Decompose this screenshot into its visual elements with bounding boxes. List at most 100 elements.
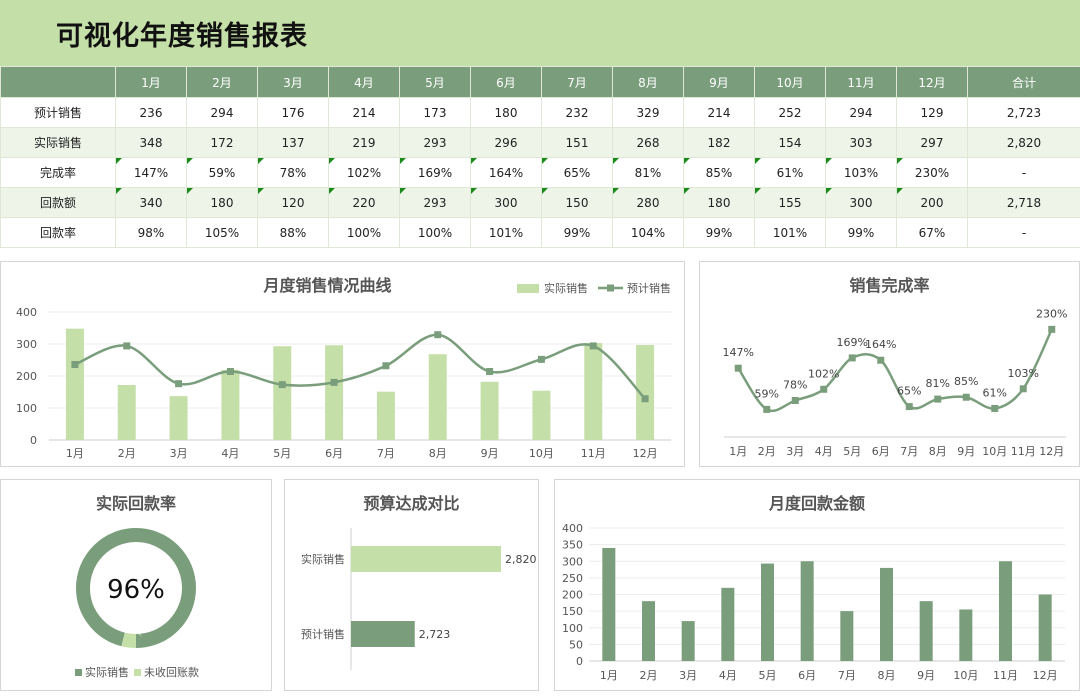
table-cell: 268	[612, 127, 684, 158]
table-row: 实际销售 348 172 137 219 293 296 151 268 182 154 303 297…	[0, 127, 1080, 158]
table-cell: 348	[115, 127, 187, 158]
center-percentage-label: 96%	[107, 575, 165, 605]
table-cell: 236	[115, 97, 187, 128]
x-tick-label: 5月	[759, 669, 777, 682]
monthly-sales-chart-panel: 月度销售情况曲线 0 100 200 300 400 1月 2月 3月 4月 5月 6月 7月 8月 9月…	[0, 261, 685, 467]
table-cell: 155	[754, 187, 826, 218]
table-cell: 105%	[186, 217, 258, 248]
table-cell: 129	[896, 97, 968, 128]
column-header: 6月	[470, 66, 542, 98]
bar-actual-sales	[480, 381, 499, 440]
x-tick-label: 2月	[758, 445, 776, 458]
y-tick-label: 50	[569, 638, 583, 651]
line-marker	[226, 368, 234, 376]
bar-planned	[351, 621, 415, 647]
completion-rate-chart-panel: 销售完成率 147% 1月 59% 2月 78% 3月 102% 4月 169% 5月 164% 6月…	[699, 261, 1080, 467]
budget-comparison-chart: 实际销售 2,820 预计销售 2,723	[301, 528, 537, 670]
column-header: 8月	[612, 66, 684, 98]
bar-collection	[919, 601, 933, 661]
line-marker	[641, 395, 649, 403]
x-tick-label: 4月	[815, 445, 833, 458]
sales-table: 1月 2月 3月 4月 5月 6月 7月 8月 9月 10月 11月 12月 合计 预计销售 236 294…	[0, 66, 1080, 248]
line-marker	[763, 405, 771, 413]
table-cell: 340	[115, 187, 187, 218]
x-tick-label: 3月	[170, 447, 188, 460]
data-label: 81%	[926, 377, 950, 390]
row-label: 回款率	[0, 217, 116, 248]
table-cell: 214	[328, 97, 400, 128]
table-cell: 98%	[115, 217, 187, 248]
y-tick-label: 200	[16, 370, 37, 383]
data-label: 2,820	[505, 553, 537, 566]
table-cell: 88%	[257, 217, 329, 248]
row-label: 实际销售	[0, 127, 116, 158]
table-cell: 200	[896, 187, 968, 218]
y-tick-label: 250	[562, 572, 583, 585]
data-label: 103%	[1008, 367, 1039, 380]
table-cell: 252	[754, 97, 826, 128]
y-tick-label: 400	[562, 522, 583, 535]
line-marker	[330, 378, 338, 386]
bar-actual	[351, 546, 501, 572]
bar-collection	[959, 609, 973, 661]
x-tick-label: 10月	[529, 447, 554, 460]
x-tick-label: 4月	[719, 669, 737, 682]
x-tick-label: 8月	[878, 669, 896, 682]
monthly-collection-chart: 0 50 100 150 200 250 300 350 400 1月 2月 3月 4月 5月 6月 7月 8月…	[562, 522, 1065, 682]
x-tick-label: 3月	[786, 445, 804, 458]
bar-actual-sales	[169, 396, 188, 440]
table-header-row: 1月 2月 3月 4月 5月 6月 7月 8月 9月 10月 11月 12月 合计	[0, 66, 1080, 98]
table-cell: 120	[257, 187, 329, 218]
collection-rate-panel: 实际回款率 96% 实际销售 未收回账款	[0, 479, 272, 691]
table-cell: 176	[257, 97, 329, 128]
bar-actual-sales	[273, 346, 292, 440]
line-marker	[486, 368, 494, 376]
table-cell: 293	[399, 187, 471, 218]
y-tick-label: 100	[16, 402, 37, 415]
table-cell: 180	[186, 187, 258, 218]
x-tick-label: 7月	[900, 445, 918, 458]
table-cell: 65%	[541, 157, 613, 188]
x-tick-label: 2月	[640, 669, 658, 682]
legend-label: 实际销售	[544, 281, 588, 295]
line-marker	[848, 354, 856, 362]
data-label: 164%	[865, 338, 896, 351]
table-cell: 230%	[896, 157, 968, 188]
table-cell: 219	[328, 127, 400, 158]
bar-collection	[1038, 594, 1052, 661]
table-cell: 99%	[825, 217, 897, 248]
x-tick-label: 7月	[377, 447, 395, 460]
table-cell: 154	[754, 127, 826, 158]
monthly-sales-chart: 0 100 200 300 400 1月 2月 3月 4月 5月 6月 7月 8月 9月 10月 11月 12月…	[16, 281, 671, 460]
x-tick-label: 10月	[953, 669, 978, 682]
table-cell: 180	[470, 97, 542, 128]
x-tick-label: 8月	[429, 447, 447, 460]
data-label: 78%	[783, 378, 807, 391]
table-cell: 294	[825, 97, 897, 128]
x-tick-label: 6月	[872, 445, 890, 458]
legend-swatch	[75, 669, 82, 676]
x-tick-label: 11月	[993, 669, 1018, 682]
column-header: 11月	[825, 66, 897, 98]
table-cell: -	[967, 157, 1080, 188]
legend-label: 未收回账款	[144, 665, 199, 679]
table-cell: 172	[186, 127, 258, 158]
table-cell: 147%	[115, 157, 187, 188]
x-tick-label: 7月	[838, 669, 856, 682]
line-marker	[175, 380, 183, 388]
table-cell: 101%	[470, 217, 542, 248]
x-tick-label: 11月	[581, 447, 606, 460]
table-cell: 173	[399, 97, 471, 128]
table-cell: 104%	[612, 217, 684, 248]
bar-collection	[800, 561, 814, 661]
row-label: 回款额	[0, 187, 116, 218]
bar-collection	[642, 601, 655, 661]
table-cell: 164%	[470, 157, 542, 188]
y-tick-label: 300	[562, 555, 583, 568]
bar-actual-sales	[221, 369, 240, 440]
table-row: 回款率 98% 105% 88% 100% 100% 101% 99% 104% 99% 101% 9…	[0, 217, 1080, 248]
line-marker	[1048, 325, 1056, 333]
table-cell: 100%	[399, 217, 471, 248]
table-row: 完成率 147% 59% 78% 102% 169% 164% 65% 81% 85% 61% 103…	[0, 157, 1080, 188]
column-header: 4月	[328, 66, 400, 98]
